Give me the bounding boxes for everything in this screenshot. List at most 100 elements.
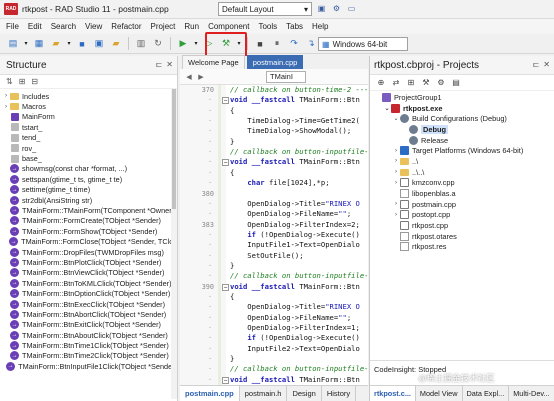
expand-arrow-icon[interactable]: › xyxy=(2,104,10,110)
menu-project[interactable]: Project xyxy=(150,22,175,31)
structure-item[interactable]: tstart_ xyxy=(0,122,177,132)
editor-tab[interactable]: Welcome Page xyxy=(182,55,245,69)
structure-item[interactable]: → TMainForm::BtnAboutClick(TObject *Sende… xyxy=(0,330,177,340)
reload-icon[interactable]: ↻ xyxy=(151,37,165,51)
view-icon[interactable]: ▤ xyxy=(451,78,461,88)
editor-tab[interactable]: postmain.cpp xyxy=(246,55,304,69)
menu-edit[interactable]: Edit xyxy=(28,22,42,31)
build-icon[interactable]: ⚒ xyxy=(421,78,431,88)
editor-view-tab[interactable]: postmain.cpp xyxy=(180,385,240,401)
structure-item[interactable]: → settime(gtime_t time) xyxy=(0,185,177,195)
project-tree-item[interactable]: › ..\..\ xyxy=(370,167,554,178)
menu-run[interactable]: Run xyxy=(184,22,199,31)
platform-select[interactable]: ▦ Windows 64-bit xyxy=(318,37,408,51)
project-tree-item[interactable]: ProjectGroup1 xyxy=(370,92,554,103)
projects-view-tab[interactable]: Data Expl... xyxy=(463,386,510,401)
open-dropdown-icon[interactable]: ▾ xyxy=(66,37,72,51)
project-tree-item[interactable]: Release xyxy=(370,135,554,146)
stop-icon[interactable]: ■ xyxy=(253,37,267,51)
expand-arrow-icon[interactable]: › xyxy=(392,212,400,218)
fold-toggle-icon[interactable]: − xyxy=(222,283,229,291)
expand-arrow-icon[interactable]: › xyxy=(392,201,400,207)
project-tree-item[interactable]: Debug xyxy=(370,124,554,135)
run-icon[interactable]: ▶ xyxy=(176,37,190,51)
structure-scrollbar[interactable] xyxy=(171,89,177,399)
project-tree-item[interactable]: › ..\ xyxy=(370,156,554,167)
pause-icon[interactable]: ⏸ xyxy=(270,37,284,51)
save-all-icon[interactable]: ▣ xyxy=(92,37,106,51)
menu-view[interactable]: View xyxy=(85,22,102,31)
collapse-icon[interactable]: ⊟ xyxy=(31,77,38,86)
expand-arrow-icon[interactable]: › xyxy=(392,169,400,175)
window-layout-icon[interactable]: ▭ xyxy=(346,3,357,14)
project-tree-item[interactable]: libopenblas.a xyxy=(370,188,554,199)
code-body[interactable]: 370// callback on button-time-2 ----- · − v… xyxy=(180,85,368,386)
fold-toggle-icon[interactable]: − xyxy=(222,376,229,384)
editor-view-tab[interactable]: Design xyxy=(287,385,322,401)
new-unit-icon[interactable]: ▦ xyxy=(32,37,46,51)
sort-icon[interactable]: ⇅ xyxy=(6,77,13,86)
menu-component[interactable]: Component xyxy=(208,22,249,31)
structure-item[interactable]: → TMainForm::BtnOptionClick(TObject *Send… xyxy=(0,288,177,299)
forward-icon[interactable]: ▶ xyxy=(196,71,206,83)
structure-item[interactable]: → TMainForm::FormClose(TObject *Sender, T… xyxy=(0,236,177,247)
project-tree-item[interactable]: rtkpost.otares xyxy=(370,231,554,242)
open-project-icon[interactable]: ▰ xyxy=(109,37,123,51)
structure-item[interactable]: → str2dbl(AnsiString str) xyxy=(0,195,177,205)
project-tree-item[interactable]: › Target Platforms (Windows 64-bit) xyxy=(370,145,554,156)
structure-item[interactable]: base_ xyxy=(0,153,177,163)
expand-arrow-icon[interactable]: ⌄ xyxy=(392,115,400,122)
expand-arrow-icon[interactable]: › xyxy=(2,93,10,99)
layout-settings-icon[interactable]: ⚙ xyxy=(331,3,342,14)
class-select[interactable]: TMainI xyxy=(266,70,306,83)
project-tree-item[interactable]: › postopt.cpp xyxy=(370,210,554,221)
project-manager-icon[interactable]: ▥ xyxy=(134,37,148,51)
project-tree-item[interactable]: › kmzconv.cpp xyxy=(370,178,554,189)
new-dropdown-icon[interactable]: ▾ xyxy=(23,37,29,51)
project-tree-item[interactable]: rtkpost.res xyxy=(370,242,554,253)
close-icon[interactable]: ✕ xyxy=(543,60,550,69)
editor-view-tab[interactable]: postmain.h xyxy=(240,385,288,401)
expand-icon[interactable]: ⊞ xyxy=(406,78,416,88)
new-file-icon[interactable]: ▤ xyxy=(6,37,20,51)
new-item-icon[interactable]: ⊕ xyxy=(376,78,386,88)
structure-item[interactable]: tend_ xyxy=(0,133,177,143)
expand-arrow-icon[interactable]: › xyxy=(392,158,400,164)
structure-item[interactable]: → settspan(gtime_t ts, gtime_t te) xyxy=(0,174,177,184)
fold-toggle-icon[interactable]: − xyxy=(222,97,229,105)
structure-item[interactable]: → TMainForm::BtnViewClick(TObject *Sender… xyxy=(0,268,177,278)
save-layout-icon[interactable]: ▣ xyxy=(316,3,327,14)
settings-icon[interactable]: ⚙ xyxy=(436,78,446,88)
projects-view-tab[interactable]: rtkpost.c... xyxy=(370,386,416,401)
step-over-icon[interactable]: ↷ xyxy=(287,37,301,51)
back-icon[interactable]: ◀ xyxy=(184,71,194,83)
scrollbar-thumb[interactable] xyxy=(172,89,176,209)
structure-item[interactable]: → TMainForm::BtnToKMLClick(TObject *Sende… xyxy=(0,278,177,288)
project-tree-item[interactable]: rtkpost.cpp xyxy=(370,220,554,231)
step-into-icon[interactable]: ↴ xyxy=(304,37,318,51)
menu-refactor[interactable]: Refactor xyxy=(111,22,141,31)
save-icon[interactable]: ■ xyxy=(75,37,89,51)
menu-file[interactable]: File xyxy=(6,22,19,31)
menu-search[interactable]: Search xyxy=(51,22,76,31)
structure-item[interactable]: → TMainForm::BtnAbortClick(TObject *Sende… xyxy=(0,309,177,319)
structure-item[interactable]: › Includes xyxy=(0,91,177,101)
structure-item[interactable]: MainForm xyxy=(0,112,177,122)
run-dropdown-icon[interactable]: ▾ xyxy=(193,37,199,51)
structure-item[interactable]: rov_ xyxy=(0,143,177,153)
expand-arrow-icon[interactable]: ⌄ xyxy=(383,105,391,112)
structure-item[interactable]: → TMainForm::BtnInputFile1Click(TObject *… xyxy=(0,361,177,371)
structure-item[interactable]: → TMainForm::BtnTime1Click(TObject *Sende… xyxy=(0,340,177,351)
layout-select[interactable]: Default Layout ▾ xyxy=(218,2,312,16)
expand-icon[interactable]: ⊞ xyxy=(19,77,26,86)
project-tree-item[interactable]: › postmain.cpp xyxy=(370,199,554,210)
structure-item[interactable]: → TMainForm::BtnExecClick(TObject *Sender… xyxy=(0,299,177,309)
menu-tools[interactable]: Tools xyxy=(258,22,277,31)
projects-view-tab[interactable]: Model View xyxy=(416,386,463,401)
open-folder-icon[interactable]: ▰ xyxy=(49,37,63,51)
pin-icon[interactable]: ⊏ xyxy=(156,60,163,69)
structure-item[interactable]: → TMainForm::DropFiles(TWMDropFiles msg) xyxy=(0,247,177,257)
structure-item[interactable]: → showmsg(const char *format, ...) xyxy=(0,164,177,174)
structure-item[interactable]: → TMainForm::FormShow(TObject *Sender) xyxy=(0,226,177,236)
structure-item[interactable]: › Macros xyxy=(0,101,177,111)
